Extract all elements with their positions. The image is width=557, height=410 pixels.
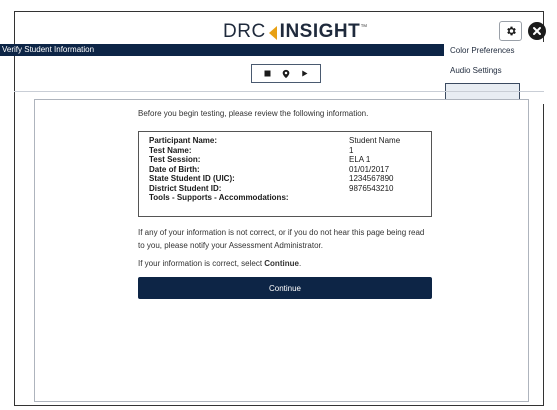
confirm-action: Continue <box>264 259 299 268</box>
info-row-district-student-id: District Student ID: 9876543210 <box>149 184 431 194</box>
location-button[interactable] <box>280 68 292 80</box>
info-value: 1234567890 <box>349 174 394 183</box>
info-value: ELA 1 <box>349 155 371 164</box>
info-row-state-student-id: State Student ID (UIC): 1234567890 <box>149 174 431 184</box>
info-value: 9876543210 <box>349 183 394 193</box>
stop-button[interactable] <box>261 68 273 80</box>
info-label: District Student ID: <box>149 183 222 193</box>
info-label: Participant Name: <box>149 136 218 145</box>
info-value: Student Name <box>349 136 401 145</box>
info-row-test-name: Test Name: 1 <box>149 146 431 156</box>
play-button[interactable] <box>299 68 311 80</box>
location-pin-icon <box>282 69 290 78</box>
close-icon <box>533 27 541 35</box>
close-button[interactable] <box>528 22 546 40</box>
gear-icon <box>506 26 516 36</box>
info-value: 01/01/2017 <box>349 164 390 174</box>
continue-button[interactable]: Continue <box>138 277 432 299</box>
menu-item-color-preferences[interactable]: Color Preferences <box>444 42 548 63</box>
info-row-participant-name: Participant Name: Student Name <box>149 136 431 146</box>
info-label: State Student ID (UIC): <box>149 174 235 183</box>
logo-arrow-icon <box>267 23 279 41</box>
logo-text-insight: INSIGHT <box>279 21 361 42</box>
settings-menu: Color Preferences Audio Settings <box>444 42 548 104</box>
info-row-date-of-birth: Date of Birth: 01/01/2017 <box>149 165 431 175</box>
logo-trademark: ™ <box>360 24 368 31</box>
info-label: Test Session: <box>149 155 201 164</box>
settings-button[interactable] <box>499 21 522 41</box>
page-title-bar: Verify Student Information <box>0 44 444 56</box>
info-label: Test Name: <box>149 145 192 155</box>
drc-insight-logo: DRC INSIGHT ™ <box>223 21 368 43</box>
info-row-test-session: Test Session: ELA 1 <box>149 155 431 165</box>
menu-item-audio-settings[interactable]: Audio Settings <box>444 63 548 85</box>
page-title: Verify Student Information <box>2 45 95 54</box>
info-row-accommodations: Tools - Supports - Accommodations: <box>149 193 431 203</box>
info-label: Date of Birth: <box>149 164 200 174</box>
correction-note: If any of your information is not correc… <box>138 226 438 252</box>
confirm-instruction: If your information is correct, select C… <box>138 259 301 268</box>
confirm-suffix: . <box>298 259 302 268</box>
stop-icon <box>264 70 271 77</box>
note-line-1: If any of your information is not correc… <box>138 228 425 237</box>
confirm-prefix: If your information is correct, select <box>138 259 265 268</box>
info-label: Tools - Supports - Accommodations: <box>149 193 289 202</box>
note-line-2: to you, please notify your Assessment Ad… <box>138 241 323 250</box>
student-info-box: Participant Name: Student Name Test Name… <box>138 131 432 217</box>
intro-text: Before you begin testing, please review … <box>138 109 369 118</box>
audio-toolbar <box>251 64 321 83</box>
play-icon <box>302 70 308 77</box>
toolbar-divider <box>14 91 544 92</box>
info-value: 1 <box>349 145 354 155</box>
logo-text-drc: DRC <box>223 21 266 42</box>
